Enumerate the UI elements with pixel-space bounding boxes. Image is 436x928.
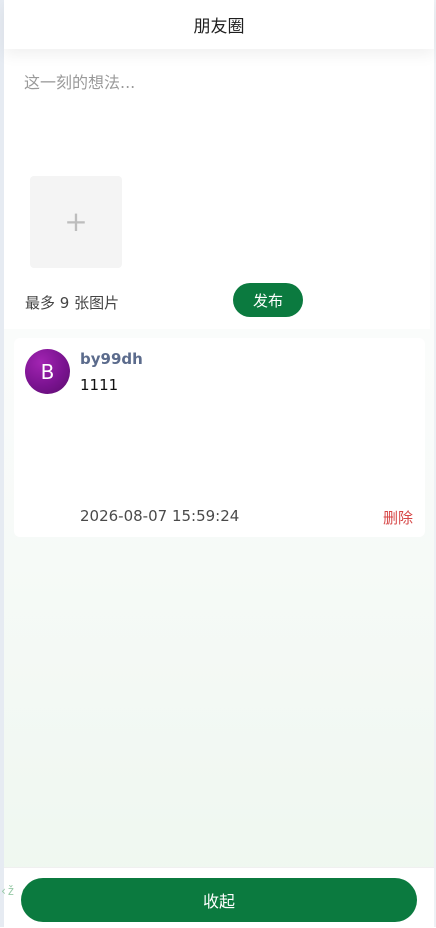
post-card: B by99dh 1111 2026-08-07 15:59:24 删除 [14, 338, 425, 537]
delete-button[interactable]: 删除 [383, 507, 413, 528]
post-content: 1111 [80, 376, 119, 394]
avatar-letter: B [40, 359, 55, 384]
thought-input[interactable] [24, 69, 404, 169]
plus-icon: + [64, 205, 88, 238]
avatar[interactable]: B [25, 349, 70, 394]
page-title: 朋友圈 [193, 17, 245, 37]
page-header: 朋友圈 [4, 0, 434, 49]
add-image-button[interactable]: + [30, 176, 122, 268]
post-composer: + 最多 9 张图片 发布 [4, 49, 430, 329]
post-username[interactable]: by99dh [80, 350, 143, 368]
publish-button[interactable]: 发布 [233, 283, 303, 317]
post-timestamp: 2026-08-07 15:59:24 [80, 507, 240, 525]
collapse-button[interactable]: 收起 [21, 878, 417, 922]
image-limit-hint: 最多 9 张图片 [25, 294, 120, 312]
